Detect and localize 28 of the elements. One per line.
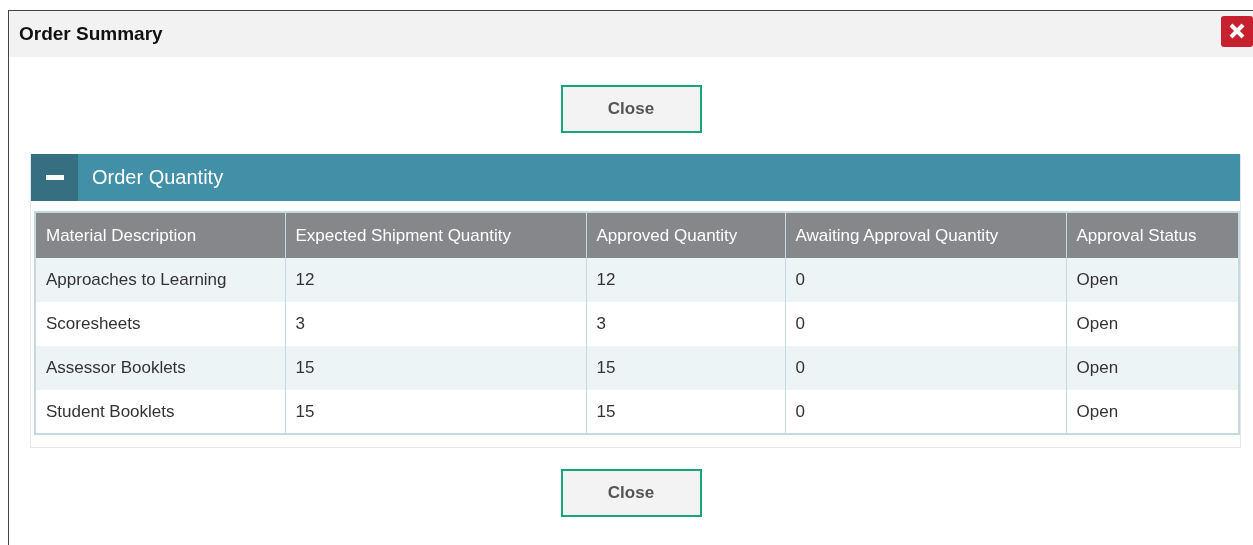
table-cell: Open xyxy=(1066,258,1239,302)
table-cell: 0 xyxy=(785,390,1066,434)
section-title: Order Quantity xyxy=(92,166,224,189)
column-header: Expected Shipment Quantity xyxy=(285,212,586,258)
column-header: Approved Quantity xyxy=(586,212,785,258)
column-header: Awaiting Approval Quantity xyxy=(785,212,1066,258)
table-cell: Assessor Booklets xyxy=(35,346,285,390)
table-cell: 12 xyxy=(285,258,586,302)
table-cell: 15 xyxy=(586,346,785,390)
table-cell: 15 xyxy=(285,390,586,434)
close-button[interactable] xyxy=(1221,15,1253,47)
collapse-toggle[interactable] xyxy=(31,154,78,201)
minus-icon xyxy=(45,175,64,180)
table-cell: Open xyxy=(1066,390,1239,434)
table-cell: 0 xyxy=(785,346,1066,390)
column-header: Material Description xyxy=(35,212,285,258)
table-cell: Approaches to Learning xyxy=(35,258,285,302)
close-button[interactable]: Close xyxy=(560,469,702,517)
close-icon xyxy=(1229,23,1245,39)
table-cell: 0 xyxy=(785,258,1066,302)
table-cell: 15 xyxy=(285,346,586,390)
table-cell: 15 xyxy=(586,390,785,434)
table-cell: Open xyxy=(1066,346,1239,390)
table-cell: 12 xyxy=(586,258,785,302)
table-cell: Student Booklets xyxy=(35,390,285,434)
dialog-title: Order Summary xyxy=(19,23,163,45)
close-button[interactable]: Close xyxy=(560,85,702,133)
column-header: Approval Status xyxy=(1066,212,1239,258)
